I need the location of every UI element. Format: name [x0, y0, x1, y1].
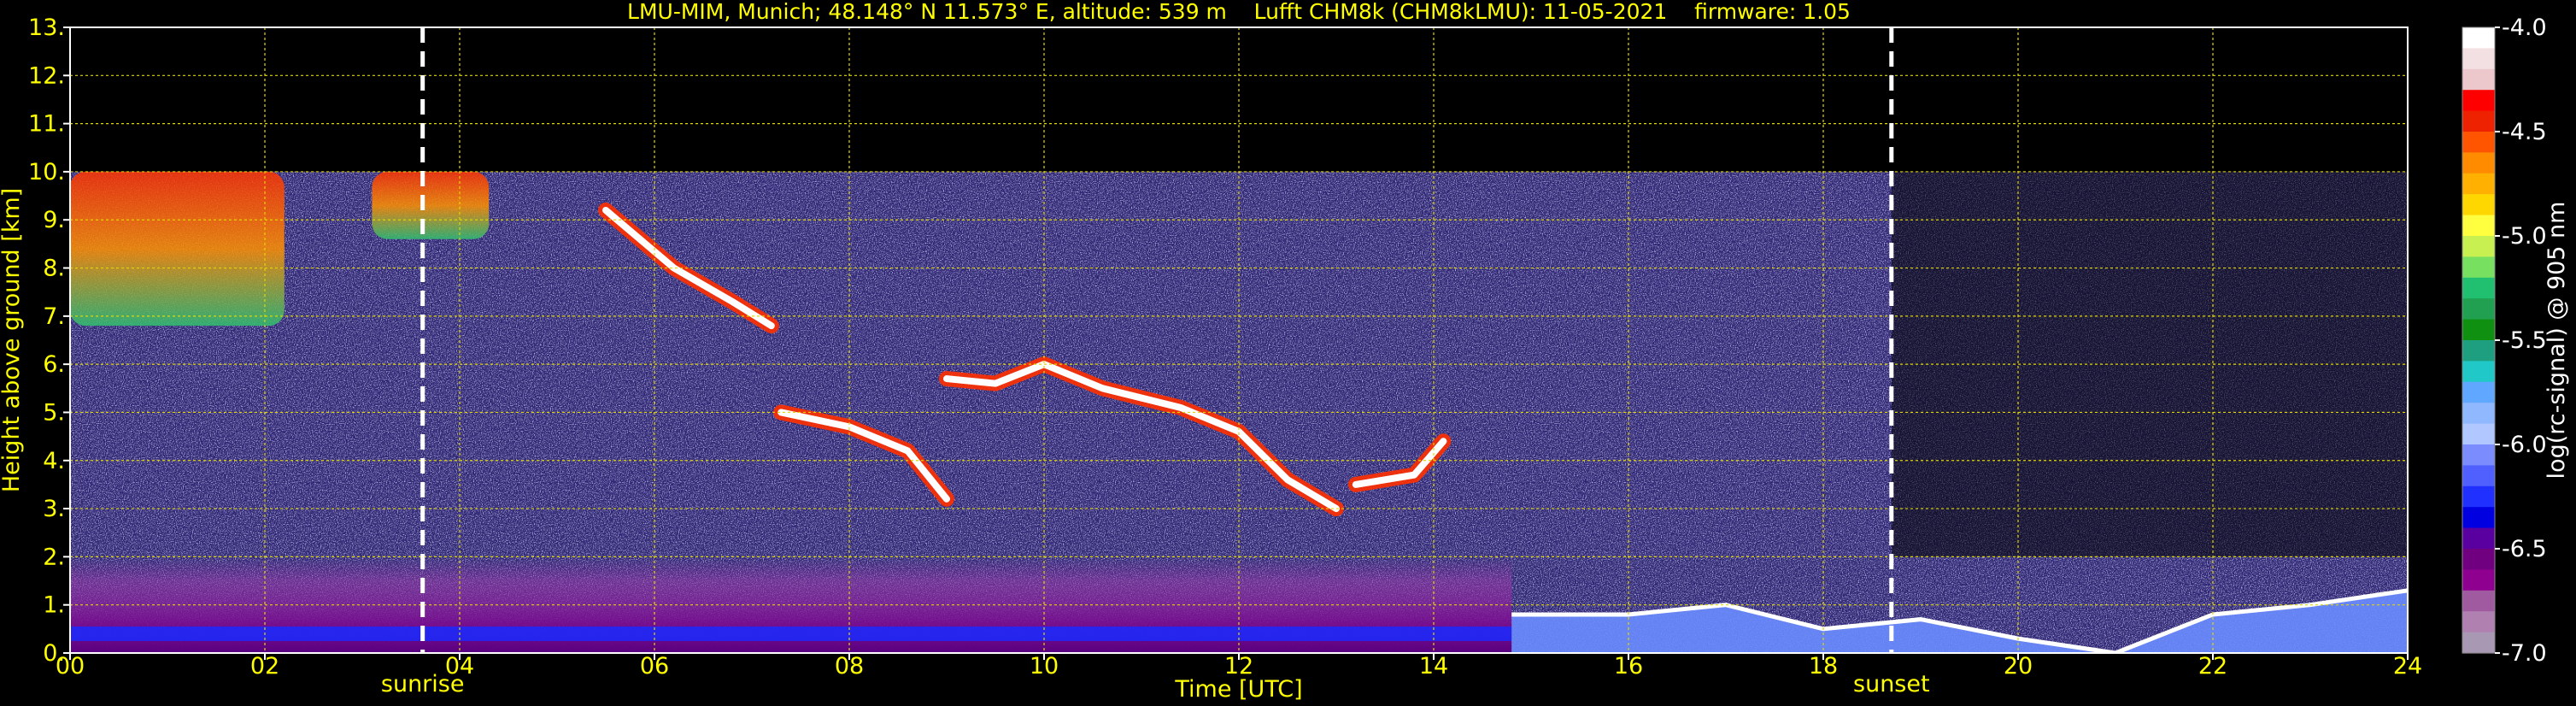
- sunrise-label: sunrise: [381, 671, 465, 697]
- colorbar-swatch: [2462, 27, 2495, 49]
- colorbar-swatch: [2462, 361, 2495, 383]
- colorbar-swatch: [2462, 340, 2495, 362]
- colorbar-swatch: [2462, 444, 2495, 466]
- x-tick-label: 16: [1614, 653, 1643, 680]
- colorbar-swatch: [2462, 194, 2495, 216]
- colorbar-swatch: [2462, 298, 2495, 321]
- cirrus-cloud-1: [372, 171, 490, 239]
- colorbar-tick-label: -7.0: [2502, 640, 2547, 667]
- colorbar-swatch: [2462, 256, 2495, 279]
- x-tick-label: 20: [2004, 653, 2033, 680]
- colorbar-swatch: [2462, 236, 2495, 257]
- colorbar-tick-label: -5.0: [2502, 223, 2547, 250]
- x-tick-label: 08: [835, 653, 864, 680]
- y-axis: 0. 1. 2. 3. 4. 5. 6. 7. 8. 9. 10. 11. 12. 13.: [28, 15, 70, 667]
- colorbar-swatch: [2462, 215, 2495, 237]
- plot-area: [69, 26, 2409, 654]
- colorbar-tick-label: -4.5: [2502, 119, 2547, 145]
- y-tick-label: 9.: [43, 207, 65, 233]
- colorbar-swatch: [2462, 48, 2495, 70]
- colorbar-swatch: [2462, 277, 2495, 299]
- y-tick-label: 4.: [43, 448, 65, 474]
- colorbar-swatch: [2462, 381, 2495, 403]
- y-tick-label: 8.: [43, 256, 65, 282]
- x-tick-label: 22: [2198, 653, 2227, 680]
- y-tick-label: 7.: [43, 303, 65, 330]
- colorbar-swatch: [2462, 132, 2495, 153]
- y-tick-label: 6.: [43, 351, 65, 378]
- ceilometer-chart: 00 02 04 06 08 10 12 14 16 18 20 22 24 0.1.2.3.4.5.6…: [0, 0, 2570, 703]
- colorbar-swatch: [2462, 173, 2495, 195]
- y-tick-label: 12.: [28, 62, 65, 89]
- y-tick-label: 11.: [28, 111, 65, 138]
- colorbar-swatch: [2462, 611, 2495, 633]
- colorbar-swatches: [2462, 26, 2496, 654]
- cirrus-cloud-0: [70, 171, 285, 327]
- colorbar-swatch: [2462, 319, 2495, 341]
- colorbar: -4.0 -4.5 -5.0 -5.5 -6.0 -6.5 -7.0 log(rc-sign…: [2462, 15, 2570, 667]
- colorbar-swatch: [2462, 485, 2495, 508]
- y-tick-label: 2.: [43, 544, 65, 570]
- colorbar-tick-label: -5.5: [2502, 327, 2547, 354]
- colorbar-tick-label: -6.5: [2502, 536, 2547, 562]
- colorbar-swatch: [2462, 110, 2495, 132]
- colorbar-swatch: [2462, 590, 2495, 612]
- x-tick-label: 02: [250, 653, 279, 680]
- colorbar-swatch: [2462, 632, 2495, 654]
- colorbar-swatch: [2462, 403, 2495, 425]
- y-tick-label: 13.: [28, 15, 65, 41]
- colorbar-tick-label: -4.0: [2502, 15, 2547, 41]
- y-tick-label: 3.: [43, 496, 65, 522]
- y-tick-label: 0.: [43, 640, 65, 667]
- y-tick-label: 5.: [43, 399, 65, 426]
- x-axis-label: Time [UTC]: [1174, 676, 1302, 703]
- colorbar-swatch: [2462, 569, 2495, 591]
- x-tick-label: 24: [2393, 653, 2422, 680]
- chart-title: LMU-MIM, Munich; 48.148° N 11.573° E, al…: [627, 0, 1851, 24]
- aerosol-core: [70, 627, 1512, 641]
- colorbar-swatch: [2462, 152, 2495, 174]
- colorbar-swatch: [2462, 90, 2495, 112]
- x-tick-label: 10: [1030, 653, 1059, 680]
- x-tick-label: 14: [1419, 653, 1448, 680]
- colorbar-tick-label: -6.0: [2502, 432, 2547, 458]
- colorbar-swatch: [2462, 423, 2495, 445]
- colorbar-swatch: [2462, 507, 2495, 529]
- y-tick-label: 1.: [43, 592, 65, 619]
- colorbar-ticks: -4.0 -4.5 -5.0 -5.5 -6.0 -6.5 -7.0: [2495, 15, 2547, 667]
- colorbar-swatch: [2462, 465, 2495, 487]
- colorbar-swatch: [2462, 68, 2495, 91]
- x-tick-label: 06: [640, 653, 669, 680]
- colorbar-swatch: [2462, 527, 2495, 550]
- y-tick-label: 10.: [28, 159, 65, 185]
- colorbar-label: log(rc-signal) @ 905 nm: [2544, 202, 2570, 479]
- colorbar-swatch: [2462, 549, 2495, 570]
- x-tick-label: 18: [1809, 653, 1838, 680]
- y-axis-label: Height above ground [km]: [0, 188, 25, 492]
- sunset-label: sunset: [1853, 671, 1930, 697]
